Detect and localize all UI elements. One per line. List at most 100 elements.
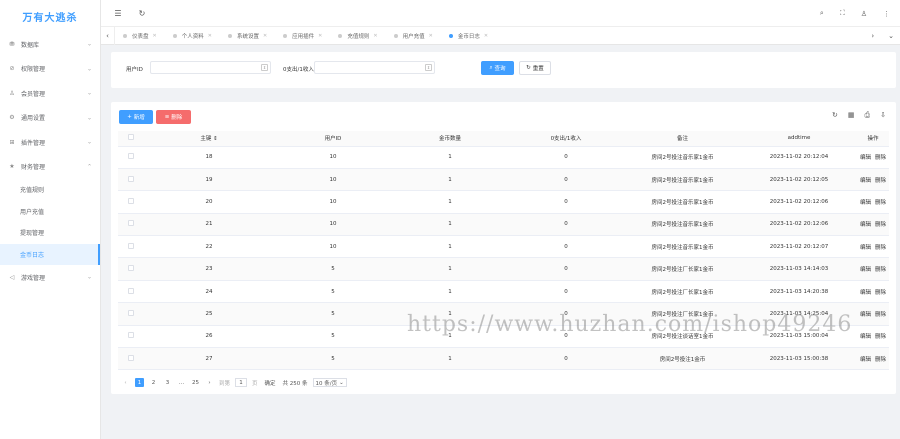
tab-profile[interactable]: 个人资料 ✕ [165,27,220,45]
sidebar-item-database[interactable]: ⛃ 数据库 ⌄ [0,32,100,57]
table-row[interactable]: 23 5 1 0 房间2号投注厂长家1金币 2023-11-03 14:14:03 编辑 删除 [118,257,889,281]
spinner-icon[interactable]: ⇕ [425,64,432,71]
sidebar-sub-user-recharge[interactable]: 用户充值 [0,201,100,223]
sidebar-item-settings[interactable]: ⚙ 通用设置 ⌄ [0,106,100,131]
edit-link[interactable]: 编辑 [860,357,871,363]
fullscreen-icon[interactable]: ⛶ [840,9,845,18]
row-checkbox[interactable] [128,175,134,182]
sidebar-item-games[interactable]: ◁ 游戏管理 ⌄ [0,265,100,290]
row-checkbox[interactable] [128,220,134,227]
row-checkbox[interactable] [128,354,134,361]
prev-page-icon[interactable]: ‹ [121,378,130,387]
type-input[interactable]: ⇕ [314,61,435,74]
page-3[interactable]: 3 [163,378,172,387]
more-icon[interactable]: ⋮ [883,10,890,18]
tab-recharge-rules[interactable]: 充值规则 ✕ [330,27,385,45]
row-checkbox[interactable] [128,287,134,294]
remove-link[interactable]: 删除 [875,155,886,161]
remove-link[interactable]: 删除 [875,267,886,273]
header-checkbox-cell[interactable] [118,131,144,147]
table-row[interactable]: 27 5 1 0 房间2号投注1金币 2023-11-03 15:00:38 编辑 删除 [118,347,889,371]
table-row[interactable]: 25 5 1 0 房间2号投注厂长家1金币 2023-11-03 14:25:04 编辑 删除 [118,302,889,326]
edit-link[interactable]: 编辑 [860,245,871,251]
remove-link[interactable]: 删除 [875,200,886,206]
sidebar-item-plugins[interactable]: ⊞ 插件管理 ⌄ [0,130,100,155]
row-checkbox-cell[interactable] [118,168,144,192]
close-icon[interactable]: ✕ [484,33,488,39]
row-checkbox[interactable] [128,309,134,316]
tab-user-recharge[interactable]: 用户充值 ✕ [386,27,441,45]
app-logo[interactable]: 万有大逃杀 [0,0,100,32]
row-checkbox-cell[interactable] [118,257,144,281]
remove-link[interactable]: 删除 [875,222,886,228]
add-button[interactable]: + 新增 [119,110,153,124]
remove-link[interactable]: 删除 [875,312,886,318]
edit-link[interactable]: 编辑 [860,178,871,184]
tab-plugins[interactable]: 应用插件 ✕ [275,27,330,45]
goto-confirm-button[interactable]: 确定 [263,378,278,387]
row-checkbox[interactable] [128,242,134,249]
row-checkbox-cell[interactable] [118,302,144,326]
page-2[interactable]: 2 [149,378,158,387]
menu-toggle-icon[interactable]: ☰ [111,6,125,20]
remove-link[interactable]: 删除 [875,178,886,184]
close-icon[interactable]: ✕ [429,33,433,39]
row-checkbox-cell[interactable] [118,190,144,214]
edit-link[interactable]: 编辑 [860,155,871,161]
remove-link[interactable]: 删除 [875,245,886,251]
delete-button[interactable]: ≡ 删除 [156,110,191,124]
sort-icon[interactable]: ⇕ [213,136,218,142]
edit-link[interactable]: 编辑 [860,290,871,296]
table-row[interactable]: 26 5 1 0 房间2号投注谈话室1金币 2023-11-03 15:00:04 编辑 删除 [118,325,889,349]
sidebar-item-finance[interactable]: ★ 财务管理 ⌃ [0,155,100,180]
row-checkbox[interactable] [128,332,134,339]
columns-icon[interactable]: ▦ [848,111,855,120]
user-icon[interactable]: ♙ [861,10,867,18]
edit-link[interactable]: 编辑 [860,200,871,206]
table-row[interactable]: 20 10 1 0 房间2号投注音乐家1金币 2023-11-02 20:12:06 编辑删… [118,190,889,214]
row-checkbox-cell[interactable] [118,235,144,259]
remove-link[interactable]: 删除 [875,290,886,296]
row-checkbox[interactable] [128,197,134,204]
user-id-input[interactable]: ⇕ [150,61,271,74]
edit-link[interactable]: 编辑 [860,267,871,273]
table-row[interactable]: 19 10 1 0 房间2号投注音乐家1金币 2023-11-02 20:12:05 编辑删… [118,168,889,192]
tab-coin-log[interactable]: 金币日志 ✕ [441,27,496,45]
sidebar-sub-withdraw[interactable]: 提现管理 [0,222,100,244]
page-25[interactable]: 25 [191,378,200,387]
print-icon[interactable]: ⎙ [865,111,871,120]
close-icon[interactable]: ✕ [373,33,377,39]
close-icon[interactable]: ✕ [318,33,322,39]
row-checkbox[interactable] [128,153,134,160]
page-size-select[interactable]: 10 条/页 ⌄ [312,378,347,387]
table-row[interactable]: 18 10 1 0 房间2号投注音乐家1金币 2023-11-02 20:12:04 编辑删… [118,146,889,169]
edit-link[interactable]: 编辑 [860,222,871,228]
tab-system-settings[interactable]: 系统设置 ✕ [220,27,275,45]
goto-page-input[interactable]: 1 [235,378,248,387]
chevron-left-icon[interactable]: ‹ [101,26,115,45]
row-checkbox-cell[interactable] [118,213,144,237]
row-checkbox-cell[interactable] [118,280,144,304]
sidebar-sub-coin-log[interactable]: 金币日志 [0,243,100,265]
select-all-checkbox[interactable] [128,134,134,141]
edit-link[interactable]: 编辑 [860,312,871,318]
row-checkbox[interactable] [128,265,134,272]
next-page-icon[interactable]: › [205,378,214,387]
spinner-icon[interactable]: ⇕ [261,64,268,71]
page-ellipsis[interactable]: ... [177,378,186,387]
row-checkbox-cell[interactable] [118,347,144,371]
reset-button[interactable]: ↻ 重置 [519,61,551,75]
row-checkbox-cell[interactable] [118,146,144,169]
close-icon[interactable]: ✕ [208,33,212,39]
refresh-icon[interactable]: ↻ [832,111,838,120]
search-icon[interactable]: ⌕ [820,9,824,18]
chevron-right-icon[interactable]: › [871,32,874,40]
table-row[interactable]: 21 10 1 0 房间2号投注音乐家1金币 2023-11-02 20:12:06 编辑删… [118,213,889,237]
edit-link[interactable]: 编辑 [860,334,871,340]
table-row[interactable]: 22 10 1 0 房间2号投注音乐家1金币 2023-11-02 20:12:07 编辑删… [118,235,889,259]
export-icon[interactable]: ⇩ [880,111,886,120]
remove-link[interactable]: 删除 [875,334,886,340]
close-icon[interactable]: ✕ [263,33,267,39]
close-icon[interactable]: ✕ [153,33,157,39]
tab-dashboard[interactable]: 仪表盘 ✕ [115,27,165,45]
